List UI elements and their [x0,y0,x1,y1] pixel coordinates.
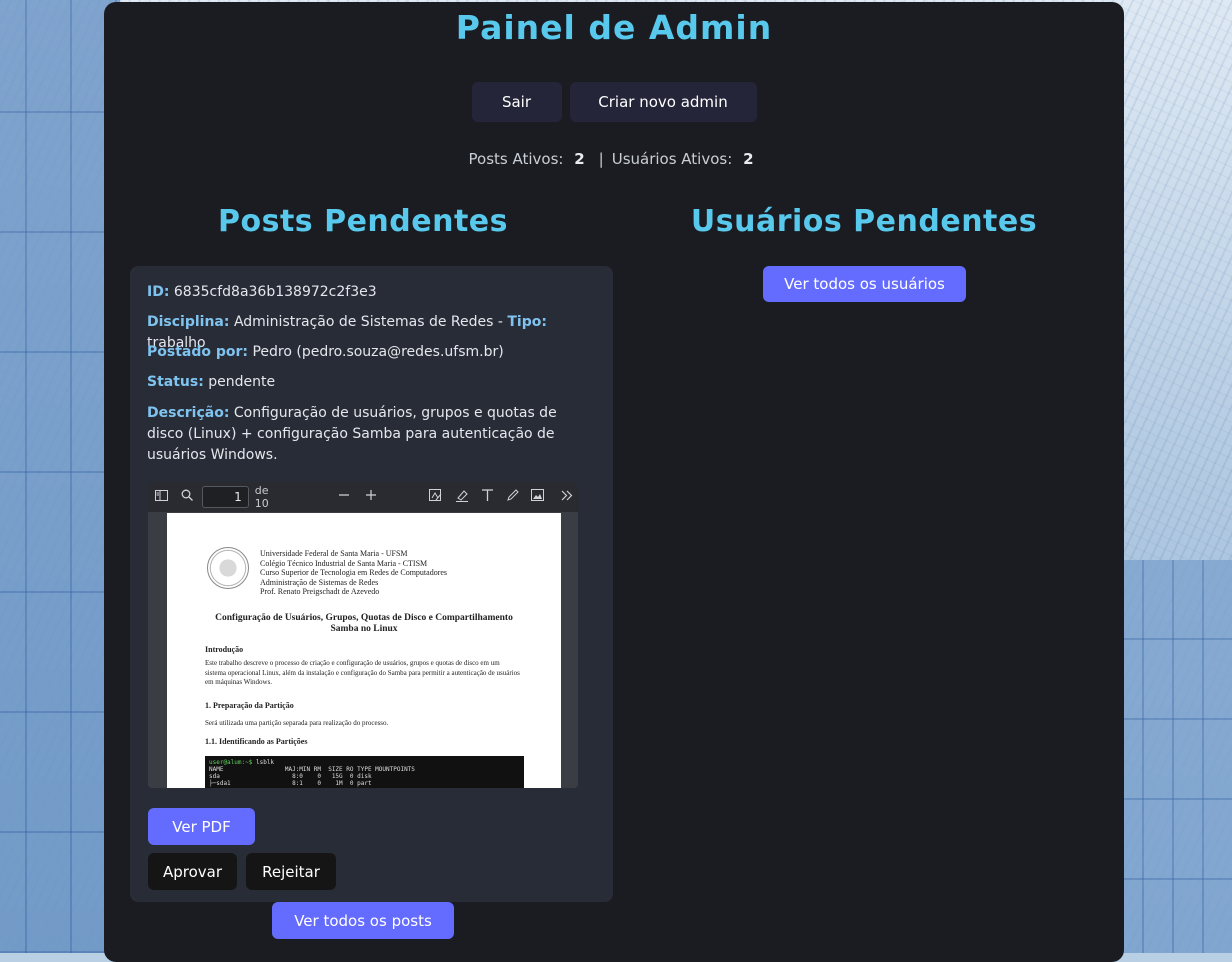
stats-separator: | [598,150,604,168]
description-label: Descrição: [147,405,230,421]
pdf-section1-text: Será utilizada uma partição separada par… [205,719,389,727]
pdf-header-line: Curso Superior de Tecnologia em Redes de… [260,568,448,577]
signature-icon[interactable] [426,488,447,506]
post-id-value: 6835cfd8a36b138972c2f3e3 [173,284,377,300]
logout-button[interactable]: Sair [471,82,562,122]
page-total: de 10 [254,484,269,510]
pdf-toolbar: 1 de 10 [148,482,578,512]
draw-icon[interactable] [502,488,523,506]
pdf-header-line: Colégio Técnico Industrial de Santa Mari… [260,558,428,568]
posts-active-label: Posts Ativos: [468,150,564,168]
create-admin-button[interactable]: Criar novo admin [569,82,757,122]
pdf-header-line: Administração de Sistemas de Redes [260,577,379,587]
search-icon[interactable] [176,489,197,505]
image-icon[interactable] [527,489,548,505]
zoom-in-icon[interactable] [360,489,381,505]
posted-by-value: Pedro (pedro.souza@redes.ufsm.br) [252,344,504,360]
view-pdf-button[interactable]: Ver PDF [148,808,255,845]
zoom-out-icon[interactable] [333,489,354,505]
users-active-count: 2 [743,150,754,168]
discipline-value: Administração de Sistemas de Redes [233,314,494,330]
posted-by-label: Postado por: [147,344,249,360]
post-id-label: ID: [147,284,170,300]
background-building-right [1112,560,1232,953]
highlight-icon[interactable] [451,489,472,506]
pdf-section11-heading: 1.1. Identificando as Partições [205,737,308,746]
see-all-users-button[interactable]: Ver todos os usuários [763,266,966,302]
approve-button[interactable]: Aprovar [148,853,237,890]
discipline-label: Disciplina: [147,314,230,330]
status-label: Status: [147,374,204,390]
post-card: ID: 6835cfd8a36b138972c2f3e3 Disciplina:… [130,266,613,902]
pdf-header-line: Prof. Renato Preigschadt de Azevedo [260,587,380,596]
posts-active-count: 2 [574,150,585,168]
page-number-input[interactable]: 1 [201,486,249,508]
pdf-doc-title: Configuração de Usuários, Grupos, Quotas… [197,613,531,635]
terminal-command: lsblk [252,759,275,766]
pdf-header-line: Universidade Federal de Santa Maria - UF… [260,549,408,558]
pdf-doc-title-line1: Configuração de Usuários, Grupos, Quotas… [215,613,513,623]
admin-panel: Painel de Admin Sair Criar novo admin Po… [104,2,1124,962]
pdf-doc-title-line2: Samba no Linux [330,624,398,634]
university-seal-icon [207,547,249,589]
pdf-intro-text: Este trabalho descreve o processo de cri… [205,659,520,686]
post-description: Descrição: Configuração de usuários, gru… [147,403,593,466]
users-pending-heading: Usuários Pendentes [690,204,1038,239]
type-label: Tipo: [507,314,547,330]
terminal-line: sda 8:0 0 15G 0 disk [209,773,372,780]
post-status: Status: pendente [147,372,593,393]
see-all-posts-button[interactable]: Ver todos os posts [272,902,454,939]
users-active-label: Usuários Ativos: [611,150,733,168]
pdf-intro-heading: Introdução [205,645,244,654]
text-tool-icon[interactable] [477,488,498,506]
pdf-terminal-snippet: user@alum:~$ lsblk NAME MAJ:MIN RM SIZE … [205,756,524,788]
discipline-dash: - [497,314,503,330]
posts-pending-heading: Posts Pendentes [217,204,508,239]
terminal-prompt: user@alum:~$ [209,759,253,766]
post-author: Postado por: Pedro (pedro.souza@redes.uf… [147,342,593,363]
terminal-line: ├─sda1 8:1 0 1M 0 part [209,780,372,787]
post-id: ID: 6835cfd8a36b138972c2f3e3 [147,282,593,303]
status-value: pendente [208,374,276,390]
background-building-left [0,0,120,953]
more-tools-icon[interactable] [557,490,578,505]
pdf-page: Universidade Federal de Santa Maria - UF… [167,513,561,788]
pdf-viewer: 1 de 10 Universidade Federal de Santa Ma… [148,482,578,788]
terminal-line: NAME MAJ:MIN RM SIZE RO TYPE MOUNTPOINTS [209,766,415,773]
top-actions: Sair Criar novo admin [104,82,1124,122]
pdf-header: Universidade Federal de Santa Maria - UF… [260,549,447,597]
pdf-section1-heading: 1. Preparação da Partição [205,701,294,710]
stats-bar: Posts Ativos: 2 | Usuários Ativos: 2 [104,150,1124,168]
reject-button[interactable]: Rejeitar [246,853,336,890]
sidebar-toggle-icon[interactable] [151,489,172,505]
page-title: Painel de Admin [455,8,773,47]
